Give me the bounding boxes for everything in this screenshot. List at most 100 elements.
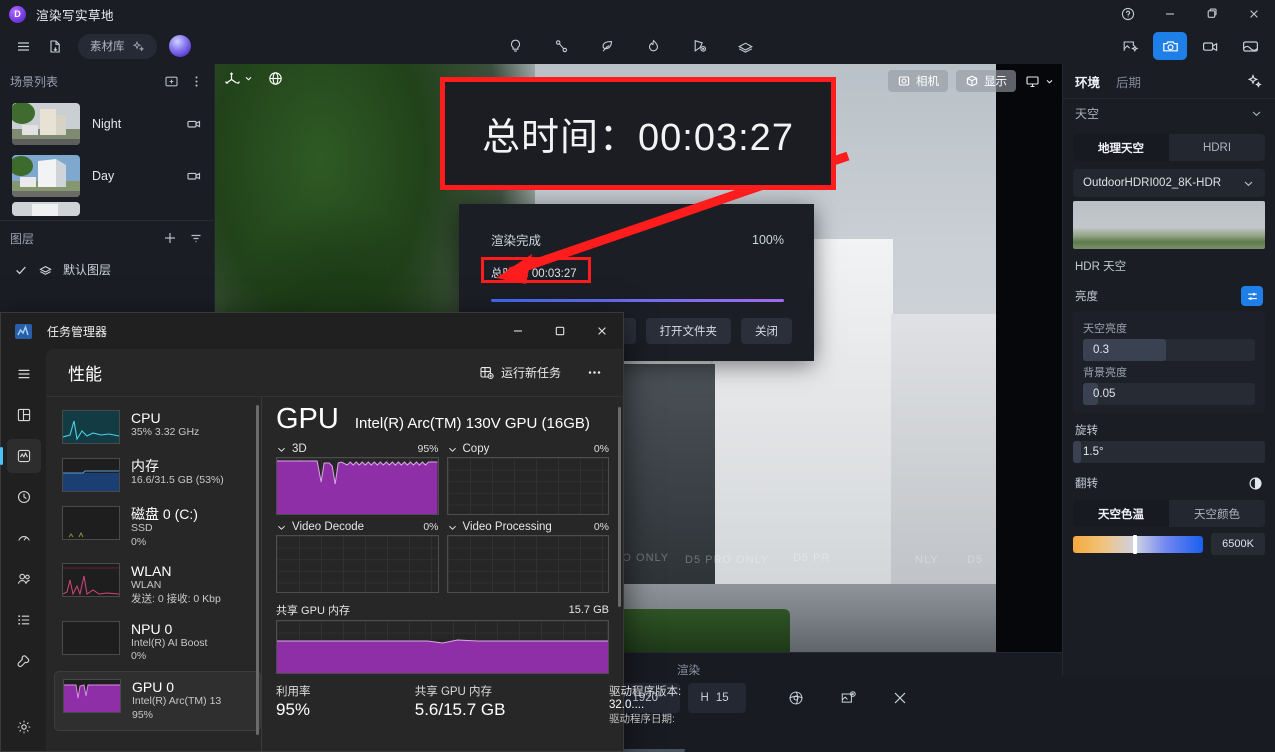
run-new-task-button[interactable]: 运行新任务 [469,358,571,387]
render-settings-icon[interactable] [774,683,818,713]
paint-add-icon[interactable] [684,32,714,60]
video-camera-icon[interactable] [1193,32,1227,60]
detail-scrollbar[interactable] [618,407,621,607]
camera-view-button[interactable]: 相机 [888,70,948,92]
layer-row-default[interactable]: 默认图层 [0,255,214,284]
performance-icon[interactable] [0,439,41,473]
resource-item-cpu[interactable]: CPU 35% 3.32 GHz [54,403,261,451]
processes-icon[interactable] [7,398,41,432]
bg-brightness-value: 0.05 [1093,388,1116,400]
task-manager-icon [13,323,33,339]
hdri-select[interactable]: OutdoorHDRI002_8K-HDR [1073,169,1265,197]
engine-header-copy[interactable]: Copy 0% [447,443,609,457]
display-settings-button[interactable]: 显示 [956,70,1016,92]
move-gizmo-icon[interactable] [223,70,253,87]
chevron-down-icon[interactable] [1242,177,1255,190]
contrast-toggle-icon[interactable] [1248,476,1263,491]
list-scrollbar[interactable] [256,405,259,735]
rotation-input[interactable]: 1.5° [1073,441,1265,463]
image-effects-icon[interactable] [1113,32,1147,60]
photo-camera-icon[interactable] [1153,32,1187,60]
more-horizontal-icon[interactable] [577,358,611,388]
engine-header-3d[interactable]: 3D 95% [276,443,439,457]
help-button[interactable] [1107,0,1149,28]
resource-sub: Intel(R) Arc(TM) 13 [132,695,222,708]
display-settings-label: 显示 [984,76,1007,88]
material-layers-icon[interactable] [730,32,760,60]
panorama-icon[interactable] [1233,32,1267,60]
open-folder-button[interactable]: 打开文件夹 [645,318,731,344]
details-icon[interactable] [7,603,41,637]
scene-item-day[interactable]: Day [0,150,214,202]
tab-environment[interactable]: 环境 [1075,72,1100,91]
water-drop-icon[interactable] [638,32,668,60]
sky-temperature-tab[interactable]: 天空色温 [1073,500,1169,527]
material-orb-preview[interactable] [168,35,191,57]
add-scene-icon[interactable] [164,74,179,89]
globe-icon[interactable] [267,70,284,87]
settings-icon[interactable] [7,710,41,744]
services-icon[interactable] [7,644,41,678]
sky-section-title: 天空 [1075,107,1100,121]
render-total-time: 总时间: 00:03:27 [481,257,599,283]
height-input[interactable]: H 15 [687,683,746,713]
resource-item-memory[interactable]: 内存 16.6/31.5 GB (53%) [54,451,261,499]
render-snapshot-icon[interactable] [826,683,870,713]
resource-item-disk[interactable]: 磁盘 0 (C:) SSD 0% [54,499,261,556]
users-icon[interactable] [7,562,41,596]
close-dialog-button[interactable]: 关闭 [741,318,792,344]
plus-icon[interactable] [162,230,178,246]
tm-minimize-button[interactable] [497,313,539,349]
file-export-icon[interactable] [40,32,70,60]
slider-knob[interactable] [1132,534,1137,554]
chevron-down-icon[interactable] [1250,107,1263,120]
asset-library-button[interactable]: 素材库 [78,33,157,59]
temperature-slider[interactable] [1073,534,1203,554]
tab-postprocess[interactable]: 后期 [1116,72,1141,91]
sky-section-header[interactable]: 天空 [1063,98,1275,128]
plant-leaf-icon[interactable] [592,32,622,60]
startup-apps-icon[interactable] [7,521,41,555]
light-bulb-icon[interactable] [500,32,530,60]
chevron-down-icon [278,525,285,530]
minimize-button[interactable] [1149,0,1191,28]
scene-thumbnail [12,155,80,197]
sky-color-tab[interactable]: 天空颜色 [1169,500,1265,527]
maximize-button[interactable] [1191,0,1233,28]
resource-item-gpu[interactable]: GPU 0 Intel(R) Arc(TM) 13 95% [54,671,261,731]
close-render-bar-icon[interactable] [878,683,922,713]
hamburger-icon[interactable] [7,357,41,391]
temperature-value[interactable]: 6500K [1211,533,1265,555]
engine-header-video-processing[interactable]: Video Processing 0% [447,521,609,535]
check-icon[interactable] [14,263,28,277]
more-vertical-icon[interactable] [189,74,204,89]
gpu-stats-row: 利用率 95% 共享 GPU 内存 5.6/15.7 GB 驱动程序版本: 32… [276,683,681,726]
sky-mode-hdri[interactable]: HDRI [1169,134,1265,161]
sky-brightness-input[interactable]: 0.3 [1083,339,1255,361]
engine-label: Video Decode [292,521,365,533]
resource-name: WLAN [131,563,172,580]
scene-item-partial[interactable] [0,202,214,216]
tm-close-button[interactable] [581,313,623,349]
resource-sub2: 0% [131,535,147,548]
sky-brightness-value: 0.3 [1093,344,1109,356]
sparkle-icon[interactable] [1246,73,1263,90]
tm-maximize-button[interactable] [539,313,581,349]
camera-icon[interactable] [186,116,202,132]
bg-brightness-input[interactable]: 0.05 [1083,383,1255,405]
hamburger-icon[interactable] [8,32,38,60]
watermark: D5 PR [793,552,831,564]
sort-icon[interactable] [188,230,204,246]
camera-icon[interactable] [186,168,202,184]
engine-header-video-decode[interactable]: Video Decode 0% [276,521,439,535]
close-button[interactable] [1233,0,1275,28]
resource-item-npu[interactable]: NPU 0 Intel(R) AI Boost 0% [54,614,261,671]
path-node-icon[interactable] [546,32,576,60]
app-history-icon[interactable] [7,480,41,514]
scene-item-night[interactable]: Night [0,98,214,150]
hdr-sky-label: HDR 天空 [1075,261,1127,273]
sliders-icon[interactable] [1241,286,1263,306]
screen-dropdown-icon[interactable] [1024,73,1054,90]
resource-item-wlan[interactable]: WLAN WLAN 发送: 0 接收: 0 Kbp [54,556,261,613]
sky-mode-geographic[interactable]: 地理天空 [1073,134,1169,161]
